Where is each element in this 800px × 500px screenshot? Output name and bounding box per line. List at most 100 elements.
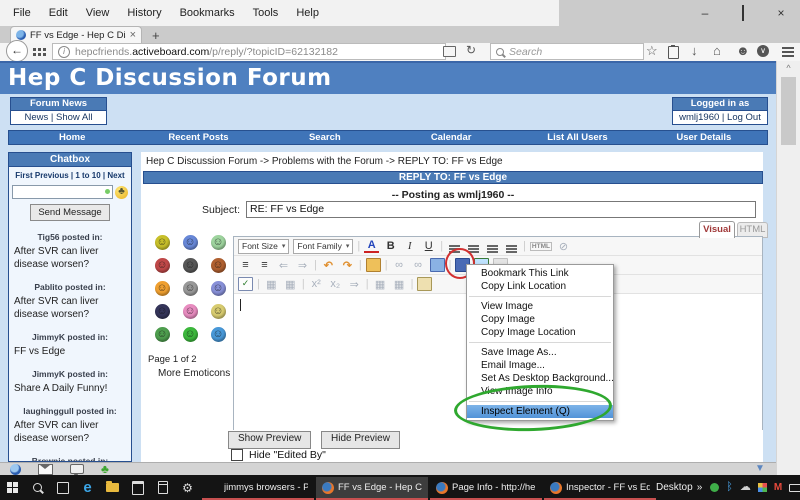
calendar-button[interactable] <box>125 481 150 495</box>
hamburger-menu-icon[interactable] <box>782 47 794 49</box>
table-cell-icon[interactable]: ▦ <box>373 278 388 291</box>
table-split-icon[interactable]: ▦ <box>392 278 407 291</box>
chatbox-post-topic-link[interactable]: Share A Daily Funny! <box>9 379 131 395</box>
emoticon[interactable] <box>211 327 226 342</box>
settings-button[interactable]: ⚙ <box>175 481 200 495</box>
unlink-icon[interactable]: ∞ <box>411 259 426 271</box>
bold-icon[interactable]: B <box>383 240 398 252</box>
reload-icon[interactable]: ↻ <box>466 43 476 57</box>
chat-message-input[interactable] <box>12 185 113 199</box>
url-bar[interactable]: i hepcfriends.activeboard.com/p/reply/?t… <box>52 43 446 60</box>
clipboard-icon[interactable] <box>668 46 679 59</box>
taskbar-search-button[interactable] <box>25 483 50 492</box>
pocket-icon[interactable]: ∨ <box>757 45 769 57</box>
context-menu-item[interactable]: Set As Desktop Background... <box>467 372 613 385</box>
search-input[interactable]: Search <box>490 43 644 60</box>
taskbar-button[interactable]: jimmys browsers - P... <box>202 477 314 500</box>
forum-nav-link[interactable]: List All Users <box>514 132 640 143</box>
emoticon[interactable] <box>155 327 170 342</box>
forum-nav-link[interactable]: Recent Posts <box>135 132 261 143</box>
restore-button[interactable] <box>724 6 762 20</box>
show-preview-button[interactable]: Show Preview <box>228 431 311 449</box>
menu-bar-item[interactable]: History <box>118 5 170 21</box>
italic-icon[interactable]: I <box>402 240 417 252</box>
tray-updater-icon[interactable] <box>710 483 719 492</box>
more-emoticons-link[interactable]: More Emoticons <box>158 368 234 379</box>
align-right-icon[interactable] <box>487 245 498 247</box>
context-menu-item[interactable]: Email Image... <box>467 359 613 372</box>
breadcrumb[interactable]: Hep C Discussion Forum -> Problems with … <box>146 156 503 167</box>
chatbox-post-topic-link[interactable]: FF vs Edge <box>9 342 131 358</box>
calculator-button[interactable] <box>150 481 175 494</box>
mail-icon[interactable] <box>38 464 53 475</box>
font-family-select[interactable]: Font Family▾ <box>293 239 353 254</box>
edge-button[interactable]: e <box>75 480 100 495</box>
context-menu-item[interactable] <box>469 296 611 297</box>
downloads-icon[interactable]: ↓ <box>691 43 698 58</box>
scrollbar-thumb[interactable] <box>781 77 796 145</box>
align-left-icon[interactable] <box>449 245 460 247</box>
emoticon[interactable] <box>183 281 198 296</box>
browser-globe-icon[interactable] <box>10 464 21 475</box>
chevron-expand-icon[interactable]: » <box>697 482 703 493</box>
emoticon[interactable] <box>155 235 170 250</box>
emoticon[interactable] <box>155 281 170 296</box>
file-explorer-button[interactable] <box>100 483 125 492</box>
context-menu-item[interactable]: Save Image As... <box>467 346 613 359</box>
taskbar-button[interactable]: FF vs Edge - Hep C ... <box>316 477 428 500</box>
emoticon[interactable] <box>211 281 226 296</box>
emoticon[interactable] <box>211 304 226 319</box>
send-message-button[interactable]: Send Message <box>30 204 110 221</box>
merge-cells-icon[interactable]: ⇒ <box>347 278 362 291</box>
table-row-icon[interactable]: ▦ <box>283 278 298 291</box>
forum-nav-link[interactable]: Search <box>262 132 388 143</box>
emoticon[interactable] <box>183 304 198 319</box>
emoticon[interactable] <box>183 258 198 273</box>
subject-input[interactable]: RE: FF vs Edge <box>246 201 756 218</box>
chatbox-post-topic-link[interactable]: After SVR can liver disease worsen? <box>9 416 131 445</box>
start-button[interactable] <box>0 482 25 493</box>
eraser-icon[interactable]: ⊘ <box>556 240 571 253</box>
chatbox-post-topic-link[interactable]: After SVR can liver disease worsen? <box>9 292 131 321</box>
tab-close-icon[interactable]: × <box>130 29 136 41</box>
underline-icon[interactable]: U <box>421 240 436 252</box>
emoticon[interactable] <box>155 258 170 273</box>
align-justify-icon[interactable] <box>506 245 517 247</box>
context-menu-item[interactable]: Copy Image Location <box>467 326 613 339</box>
bookmark-star-icon[interactable]: ☆ <box>646 43 658 59</box>
frog-icon[interactable]: ♣ <box>101 463 109 475</box>
home-icon[interactable]: ⌂ <box>713 43 721 58</box>
forum-nav-link[interactable]: Home <box>9 132 135 143</box>
vertical-scrollbar[interactable]: ^ <box>776 61 800 475</box>
edit-form-icon[interactable]: ✓ <box>238 277 253 291</box>
forum-nav-link[interactable]: User Details <box>641 132 767 143</box>
tab-visual[interactable]: Visual <box>699 221 735 238</box>
forum-nav-link[interactable]: Calendar <box>388 132 514 143</box>
menu-bar-item[interactable]: View <box>77 5 119 21</box>
hide-edited-by-checkbox[interactable] <box>231 449 243 461</box>
redo-icon[interactable]: ↷ <box>340 259 355 272</box>
outdent-icon[interactable]: ⇐ <box>276 259 291 272</box>
font-color-icon[interactable]: A <box>364 240 379 253</box>
align-center-icon[interactable] <box>468 245 479 247</box>
desktop-toolbar[interactable]: Desktop » <box>656 482 702 493</box>
emoticon[interactable] <box>211 258 226 273</box>
menu-bar-item[interactable]: Edit <box>40 5 77 21</box>
new-tab-button[interactable]: + <box>152 28 160 43</box>
gmail-icon[interactable]: M <box>774 482 782 493</box>
grid-icon[interactable] <box>33 48 36 51</box>
emoticon[interactable] <box>183 235 198 250</box>
link-icon[interactable]: ∞ <box>392 259 407 271</box>
close-button[interactable]: × <box>762 6 800 20</box>
paste-icon[interactable] <box>417 277 432 291</box>
context-menu-item[interactable]: Bookmark This Link <box>467 267 613 280</box>
bluetooth-icon[interactable]: ᛒ <box>726 482 733 493</box>
emoticon[interactable] <box>183 327 198 342</box>
font-size-select[interactable]: Font Size▾ <box>238 239 289 254</box>
html-source-icon[interactable]: HTML <box>530 242 552 251</box>
minimize-button[interactable]: – <box>686 6 724 20</box>
cloud-icon[interactable]: ☁ <box>740 482 751 493</box>
menu-bar-item[interactable]: Tools <box>244 5 288 21</box>
logged-in-links[interactable]: wmlj1960 | Log Out <box>672 111 768 125</box>
menu-bar-item[interactable]: Bookmarks <box>171 5 244 21</box>
